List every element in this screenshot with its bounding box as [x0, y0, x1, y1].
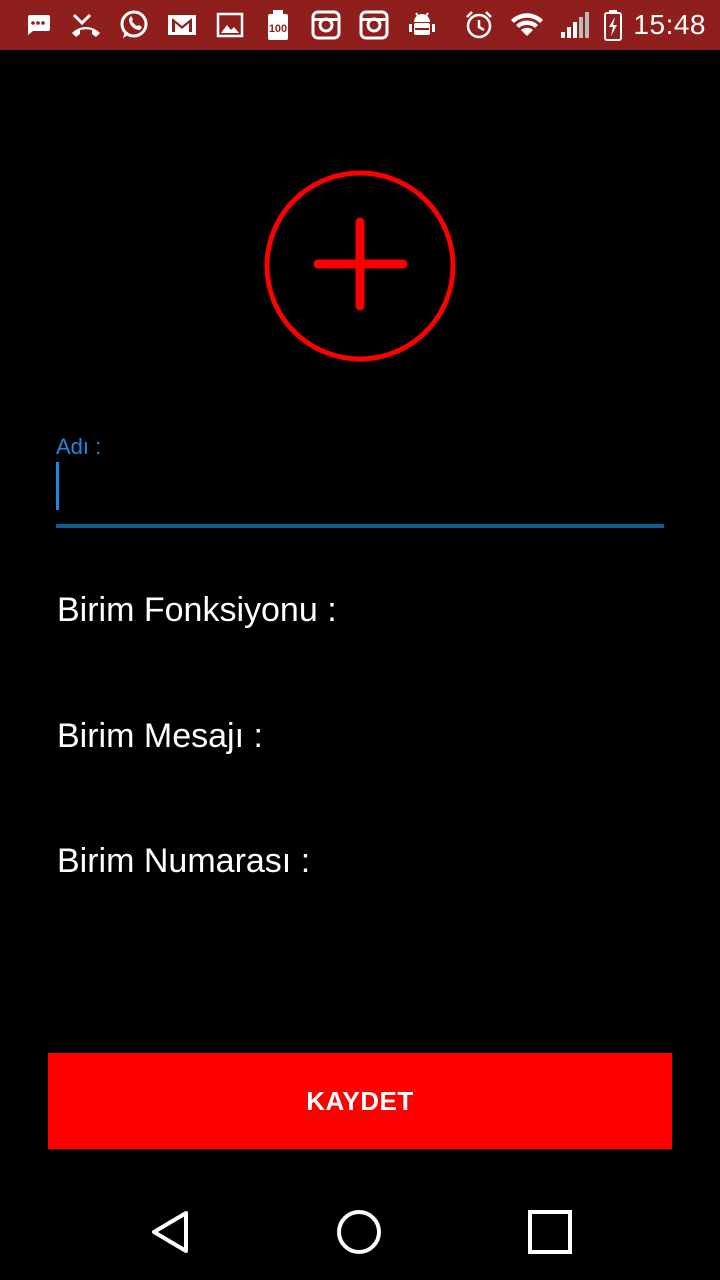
- unit-function-label: Birim Fonksiyonu :: [57, 591, 337, 629]
- name-input-underline: [56, 524, 664, 528]
- missed-call-icon: [62, 0, 110, 50]
- wifi-icon: [503, 0, 551, 50]
- name-field-label: Adı :: [56, 434, 102, 459]
- back-icon: [152, 1210, 188, 1253]
- alarm-icon: [455, 0, 503, 50]
- recents-icon: [528, 1209, 572, 1254]
- add-circle-icon: [264, 170, 456, 362]
- back-button[interactable]: [120, 1183, 220, 1280]
- notification-icons: 100: [14, 0, 446, 50]
- gallery-icon: [206, 0, 254, 50]
- save-button[interactable]: KAYDET: [48, 1053, 672, 1149]
- navigation-bar: [0, 1183, 720, 1280]
- signal-icon: [551, 0, 599, 50]
- recents-button[interactable]: [500, 1183, 600, 1280]
- battery-100-badge-icon: 100: [254, 0, 302, 50]
- battery-badge-text: 100: [269, 23, 287, 35]
- messages-icon: [14, 0, 62, 50]
- add-image-button[interactable]: [262, 170, 458, 366]
- status-bar: 100 15:48: [0, 0, 720, 50]
- gmail-icon: [158, 0, 206, 50]
- home-icon: [337, 1209, 381, 1254]
- android-debug-icon: [398, 0, 446, 50]
- system-status-icons: 15:48: [455, 0, 706, 50]
- unit-number-label: Birim Numarası :: [57, 842, 311, 880]
- clock: 15:48: [633, 9, 706, 40]
- unit-message-label: Birim Mesajı :: [57, 717, 263, 755]
- screen: 100 15:48 Adı: Birim Fonksiyonu: Birim…: [0, 0, 720, 1280]
- name-input[interactable]: [56, 458, 664, 528]
- text-cursor: [56, 462, 59, 510]
- instagram-icon: [350, 0, 398, 50]
- battery-charging-icon: [599, 0, 627, 50]
- home-button[interactable]: [309, 1183, 409, 1280]
- instagram-icon: [302, 0, 350, 50]
- whatsapp-icon: [110, 0, 158, 50]
